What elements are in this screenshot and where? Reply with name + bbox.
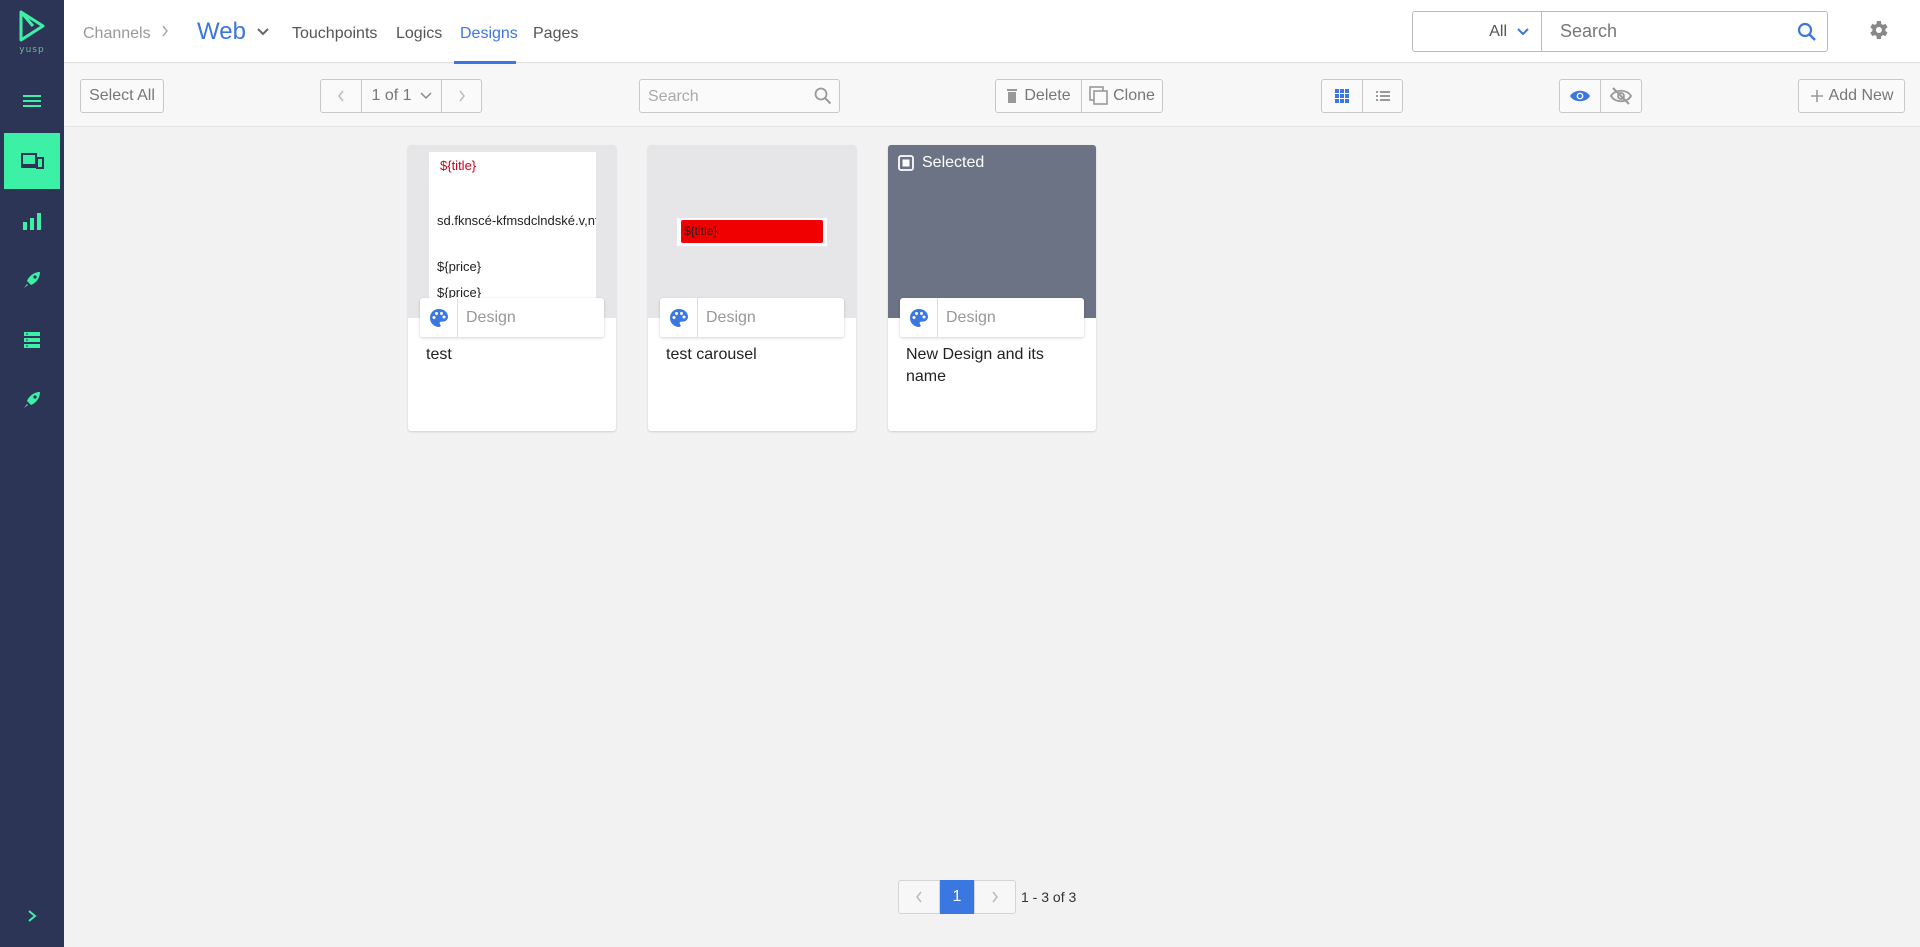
design-thumbnail[interactable]: ${title} [648, 145, 856, 318]
header-search-input[interactable] [1560, 21, 1790, 42]
select-all-button[interactable]: Select All [80, 79, 164, 113]
selected-indicator[interactable]: Selected [898, 154, 984, 172]
tab-touchpoints[interactable]: Touchpoints [292, 25, 377, 43]
server-icon [24, 332, 40, 348]
grid-view-button[interactable] [1321, 79, 1363, 113]
design-preview: ${title} sd.fknscé-kfmsdclndské.v,nfsdé.… [429, 152, 596, 318]
selected-label: Selected [922, 154, 985, 171]
sidebar-item-data[interactable] [0, 314, 64, 366]
chevron-down-icon [1517, 27, 1529, 35]
devices-icon [21, 153, 44, 169]
bottom-pagination: 1 [898, 880, 1016, 914]
chevron-right-icon [28, 910, 37, 922]
top-header: Channels Web Touchpoints Logics Designs … [64, 0, 1920, 64]
delete-button[interactable]: Delete [995, 79, 1082, 113]
next-page-button[interactable] [442, 79, 482, 113]
chevron-left-icon [916, 891, 922, 903]
toolbar: Select All 1 of 1 Delete Clone [64, 64, 1920, 127]
prev-page-button[interactable] [320, 79, 362, 113]
menu-button[interactable] [0, 75, 64, 127]
palette-icon [420, 298, 458, 337]
search-icon[interactable] [814, 87, 832, 105]
chevron-left-icon [338, 90, 344, 102]
search-scope-value: All [1489, 22, 1507, 40]
chevron-down-icon [419, 92, 432, 100]
sidebar-item-deploy[interactable] [0, 374, 64, 426]
palette-icon [660, 298, 698, 337]
clone-icon [1089, 86, 1108, 105]
sidebar: yusp [0, 0, 64, 947]
grid-icon [1335, 89, 1349, 103]
tab-pages[interactable]: Pages [533, 25, 578, 43]
hamburger-icon [23, 95, 41, 107]
logo-icon [19, 10, 45, 42]
checkbox-checked-icon [898, 155, 914, 171]
design-thumbnail[interactable]: Selected [888, 145, 1096, 318]
add-new-button[interactable]: Add New [1798, 79, 1905, 113]
top-pager: 1 of 1 [320, 79, 482, 113]
toolbar-search-input[interactable] [648, 88, 808, 106]
design-type-tag[interactable]: Design [900, 298, 1084, 337]
preview-description: sd.fknscé-kfmsdclndské.v,nfsdé.,vm [437, 213, 596, 228]
search-scope-select[interactable]: All [1412, 11, 1542, 52]
list-view-button[interactable] [1362, 79, 1403, 113]
preview-price: ${price} [437, 259, 482, 274]
trash-icon [1007, 89, 1018, 103]
sidebar-expand-button[interactable] [0, 894, 64, 938]
chevron-right-icon [458, 90, 465, 102]
search-icon[interactable] [1797, 22, 1817, 42]
palette-icon [900, 298, 938, 337]
rocket-icon [24, 272, 40, 288]
design-thumbnail[interactable]: ${title} sd.fknscé-kfmsdclndské.v,nfsdé.… [408, 145, 616, 318]
eye-off-icon [1610, 87, 1632, 105]
brand-logo[interactable]: yusp [18, 10, 46, 55]
eye-icon [1570, 90, 1590, 102]
preview-title: ${title} [440, 158, 477, 173]
show-hidden-button[interactable] [1600, 79, 1642, 113]
design-card[interactable]: ${title} Design test carousel [648, 145, 856, 431]
page-number-button[interactable]: 1 [940, 880, 974, 914]
sidebar-item-campaigns[interactable] [0, 254, 64, 306]
design-type-tag[interactable]: Design [420, 298, 604, 337]
list-icon [1375, 91, 1390, 101]
pagination-summary: 1 - 3 of 3 [1021, 889, 1077, 905]
design-type-tag[interactable]: Design [660, 298, 844, 337]
prev-page-button[interactable] [898, 880, 940, 914]
breadcrumb-channels[interactable]: Channels [83, 25, 151, 43]
channel-selector[interactable]: Web [197, 18, 270, 46]
design-card[interactable]: Selected Design New Design and its name [888, 145, 1096, 431]
chevron-right-icon [162, 25, 168, 37]
show-visible-button[interactable] [1559, 79, 1601, 113]
design-preview: ${title} [677, 218, 827, 246]
sidebar-item-channels[interactable] [4, 133, 60, 189]
design-type-label: Design [466, 308, 516, 326]
tab-designs[interactable]: Designs [460, 25, 518, 43]
logo-text: yusp [19, 45, 45, 55]
design-card[interactable]: ${title} sd.fknscé-kfmsdclndské.v,nfsdé.… [408, 145, 616, 431]
design-name: New Design and its name [906, 346, 1044, 385]
clone-button[interactable]: Clone [1081, 79, 1163, 113]
rocket-icon [24, 392, 40, 408]
add-new-label: Add New [1828, 87, 1894, 104]
preview-title: ${title} [681, 220, 823, 243]
chevron-right-icon [992, 891, 998, 903]
gear-icon[interactable] [1866, 18, 1890, 42]
design-name: test carousel [666, 346, 757, 363]
sidebar-item-analytics[interactable] [0, 195, 64, 247]
design-name: test [426, 346, 452, 363]
bar-chart-icon [23, 213, 41, 230]
next-page-button[interactable] [974, 880, 1016, 914]
toolbar-search-box [639, 79, 840, 113]
channel-name: Web [197, 18, 246, 45]
design-type-label: Design [946, 308, 996, 326]
tab-logics[interactable]: Logics [396, 25, 442, 43]
plus-icon [1810, 90, 1823, 102]
clone-label: Clone [1113, 87, 1155, 104]
page-indicator: 1 of 1 [371, 87, 412, 104]
page-select[interactable]: 1 of 1 [362, 79, 442, 113]
design-type-label: Design [706, 308, 756, 326]
chevron-down-icon [257, 28, 269, 36]
header-search-box [1541, 11, 1828, 52]
delete-label: Delete [1024, 87, 1071, 104]
